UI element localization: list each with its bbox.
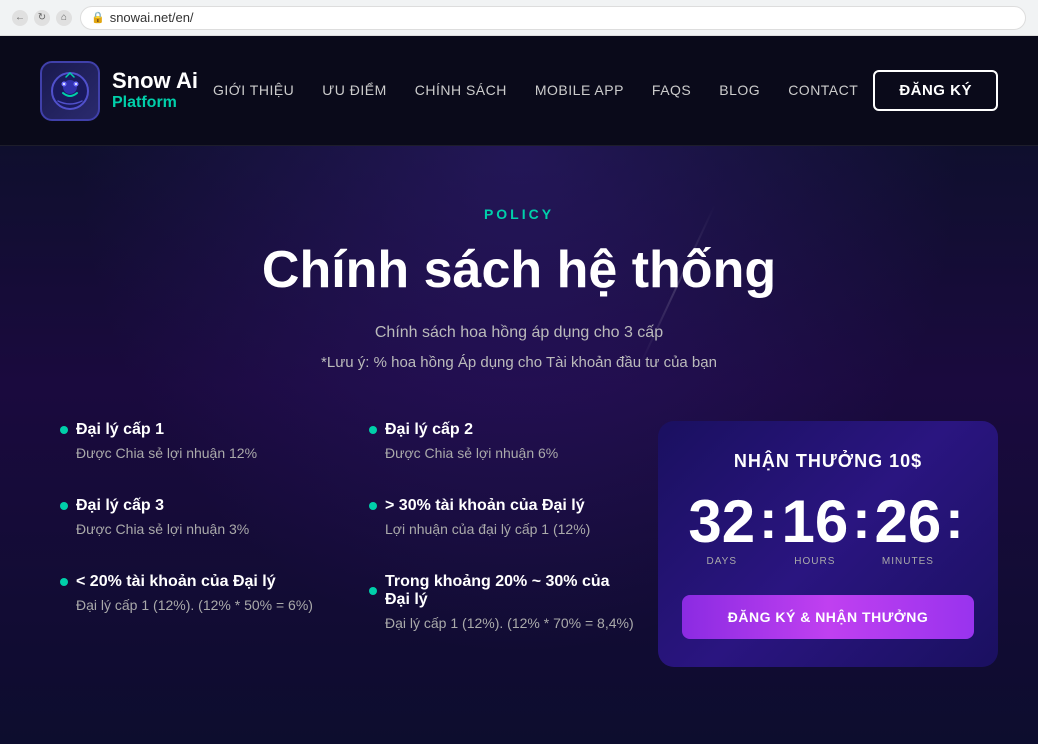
agent-less20-name: < 20% tài khoản của Đại lý [76, 573, 276, 591]
nav-link-contact[interactable]: CONTACT [788, 82, 858, 98]
agent-item-more30: > 30% tài khoản của Đại lý Lợi nhuận của… [369, 497, 638, 537]
agent-cap1-title-row: Đại lý cấp 1 [60, 421, 329, 439]
nav-link-blog[interactable]: BLOG [719, 82, 760, 98]
nav-item-gioi-thieu[interactable]: GIỚI THIỆU [213, 82, 294, 100]
content-grid: Đại lý cấp 1 Được Chia sẻ lợi nhuận 12% … [40, 421, 998, 687]
bullet-icon [60, 502, 68, 510]
browser-chrome: ← ↻ ⌂ 🔒 snowai.net/en/ [0, 0, 1038, 36]
navbar: Snow Ai Platform GIỚI THIỆU ƯU ĐIỂM CHÍN… [0, 36, 1038, 146]
agent-cap1-desc: Được Chia sẻ lợi nhuận 12% [60, 445, 329, 461]
home-button[interactable]: ⌂ [56, 10, 72, 26]
bullet-icon [369, 502, 377, 510]
bullet-icon [60, 426, 68, 434]
nav-item-contact[interactable]: CONTACT [788, 82, 858, 100]
agent-cap3-name: Đại lý cấp 3 [76, 497, 164, 515]
agent-item-cap2: Đại lý cấp 2 Được Chia sẻ lợi nhuận 6% [369, 421, 638, 461]
nav-item-faqs[interactable]: FAQS [652, 82, 691, 100]
timer-minutes-unit: 26 MINUTES [875, 492, 942, 567]
nav-link-mobile-app[interactable]: MOBILE APP [535, 82, 624, 98]
nav-item-chinh-sach[interactable]: CHÍNH SÁCH [415, 82, 507, 100]
browser-controls: ← ↻ ⌂ [12, 10, 72, 26]
timer-days-value: 32 [688, 492, 755, 552]
agent-cap3-title-row: Đại lý cấp 3 [60, 497, 329, 515]
bullet-icon [369, 587, 377, 595]
lock-icon: 🔒 [91, 11, 105, 24]
hero-title: Chính sách hệ thống [40, 240, 998, 300]
agent-cap2-name: Đại lý cấp 2 [385, 421, 473, 439]
reload-button[interactable]: ↻ [34, 10, 50, 26]
hero-subtitle: Chính sách hoa hồng áp dụng cho 3 cấp [40, 324, 998, 342]
nav-link-chinh-sach[interactable]: CHÍNH SÁCH [415, 82, 507, 98]
agent-more30-title-row: > 30% tài khoản của Đại lý [369, 497, 638, 515]
agent-item-cap1: Đại lý cấp 1 Được Chia sẻ lợi nhuận 12% [60, 421, 329, 461]
agents-left-column: Đại lý cấp 1 Được Chia sẻ lợi nhuận 12% … [40, 421, 349, 667]
logo-name: Snow Ai [112, 69, 198, 93]
agent-cap2-title-row: Đại lý cấp 2 [369, 421, 638, 439]
agent-cap2-desc: Được Chia sẻ lợi nhuận 6% [369, 445, 638, 461]
back-button[interactable]: ← [12, 10, 28, 26]
hero-note: *Lưu ý: % hoa hồng Áp dụng cho Tài khoản… [40, 354, 998, 371]
agent-cap1-name: Đại lý cấp 1 [76, 421, 164, 439]
url-text: snowai.net/en/ [110, 10, 194, 25]
nav-item-mobile-app[interactable]: MOBILE APP [535, 82, 624, 100]
agent-range-desc: Đại lý cấp 1 (12%). (12% * 70% = 8,4%) [369, 615, 638, 631]
address-bar[interactable]: 🔒 snowai.net/en/ [80, 6, 1026, 30]
nav-links: GIỚI THIỆU ƯU ĐIỂM CHÍNH SÁCH MOBILE APP… [213, 82, 858, 100]
timer-card: NHẬN THƯỞNG 10$ 32 DAYS : 16 HOURS : 26 … [658, 421, 998, 667]
nav-link-gioi-thieu[interactable]: GIỚI THIỆU [213, 82, 294, 98]
agent-item-range20-30: Trong khoảng 20% ~ 30% của Đại lý Đại lý… [369, 573, 638, 631]
logo-icon [40, 61, 100, 121]
timer-hours-label: HOURS [794, 556, 835, 567]
agent-item-less20: < 20% tài khoản của Đại lý Đại lý cấp 1 … [60, 573, 329, 613]
timer-minutes-label: MINUTES [882, 556, 934, 567]
nav-item-blog[interactable]: BLOG [719, 82, 760, 100]
logo-subtitle: Platform [112, 94, 198, 112]
logo-link[interactable]: Snow Ai Platform [40, 61, 198, 121]
timer-display: 32 DAYS : 16 HOURS : 26 MINUTES : [688, 492, 967, 567]
agent-item-cap3: Đại lý cấp 3 Được Chia sẻ lợi nhuận 3% [60, 497, 329, 537]
timer-colon-1: : [755, 492, 781, 547]
agent-range-name: Trong khoảng 20% ~ 30% của Đại lý [385, 573, 638, 609]
agent-less20-desc: Đại lý cấp 1 (12%). (12% * 50% = 6%) [60, 597, 329, 613]
timer-days-unit: 32 DAYS [688, 492, 755, 567]
timer-colon-3: : [941, 492, 967, 547]
bullet-icon [60, 578, 68, 586]
nav-link-faqs[interactable]: FAQS [652, 82, 691, 98]
policy-label: POLICY [40, 206, 998, 222]
agent-range-title-row: Trong khoảng 20% ~ 30% của Đại lý [369, 573, 638, 609]
timer-minutes-value: 26 [875, 492, 942, 552]
nav-link-uu-diem[interactable]: ƯU ĐIỂM [322, 82, 386, 98]
agent-more30-name: > 30% tài khoản của Đại lý [385, 497, 585, 515]
register-button[interactable]: ĐĂNG KÝ [873, 70, 998, 111]
timer-hours-value: 16 [781, 492, 848, 552]
nav-item-uu-diem[interactable]: ƯU ĐIỂM [322, 82, 386, 100]
claim-button[interactable]: ĐĂNG KÝ & NHẬN THƯỞNG [682, 595, 974, 639]
bullet-icon [369, 426, 377, 434]
agents-right-column: Đại lý cấp 2 Được Chia sẻ lợi nhuận 6% >… [349, 421, 658, 667]
hero-section: POLICY Chính sách hệ thống Chính sách ho… [0, 146, 1038, 744]
agent-less20-title-row: < 20% tài khoản của Đại lý [60, 573, 329, 591]
timer-hours-unit: 16 HOURS [781, 492, 848, 567]
timer-colon-2: : [848, 492, 874, 547]
timer-title: NHẬN THƯỞNG 10$ [734, 451, 922, 472]
timer-days-label: DAYS [707, 556, 738, 567]
agent-more30-desc: Lợi nhuận của đại lý cấp 1 (12%) [369, 521, 638, 537]
agent-cap3-desc: Được Chia sẻ lợi nhuận 3% [60, 521, 329, 537]
logo-text: Snow Ai Platform [112, 69, 198, 111]
